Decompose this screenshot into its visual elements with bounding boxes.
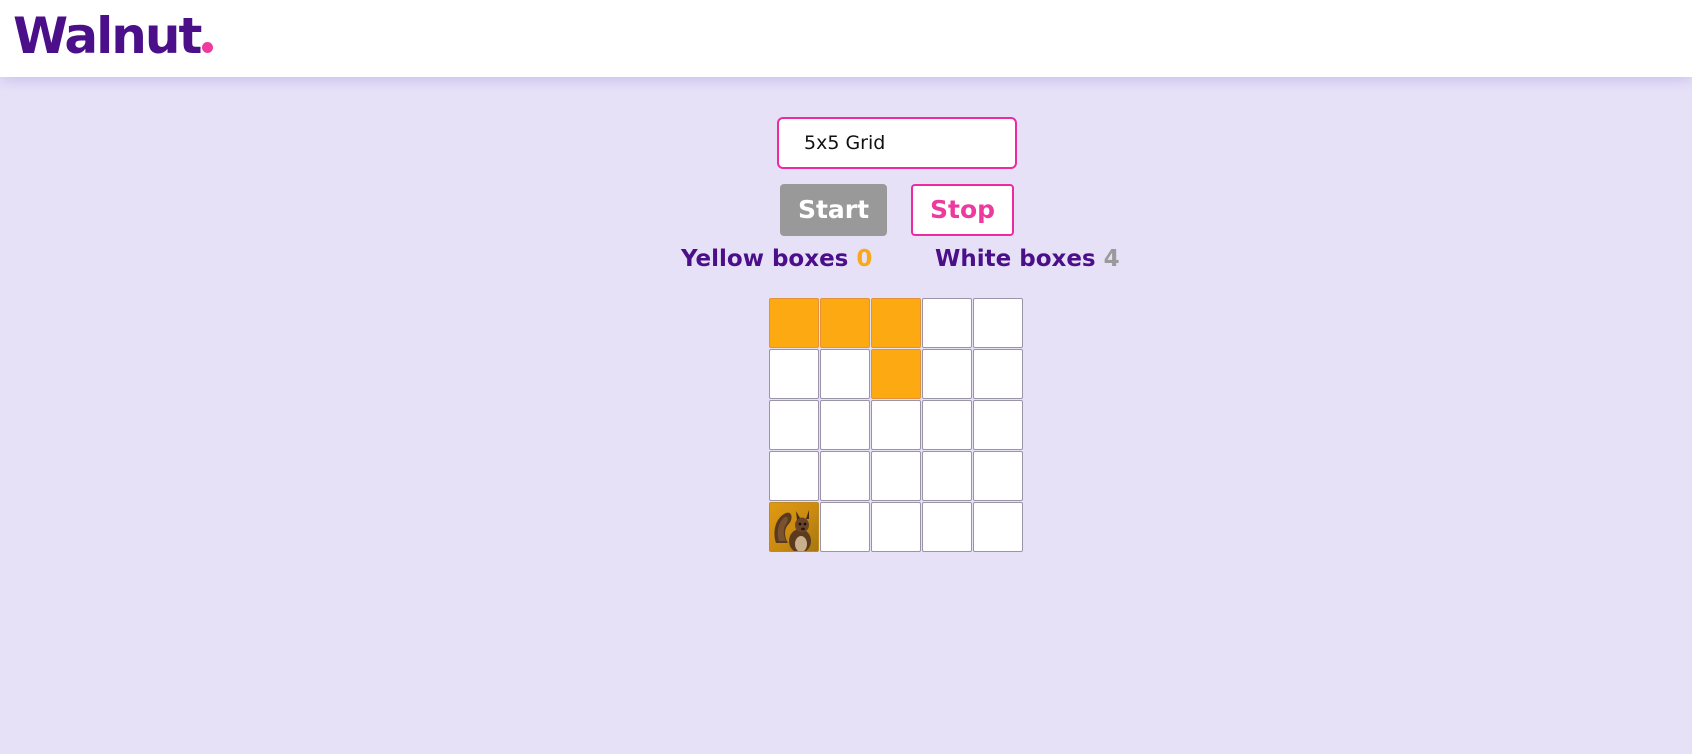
grid-cell-white[interactable] xyxy=(820,451,870,501)
grid-cell-yellow[interactable] xyxy=(871,298,921,348)
walnut-logo[interactable]: Walnut xyxy=(13,6,214,66)
grid-cell-white[interactable] xyxy=(871,400,921,450)
squirrel-icon xyxy=(774,510,811,551)
grid-cell-yellow[interactable] xyxy=(820,298,870,348)
grid-cell-white[interactable] xyxy=(922,451,972,501)
grid-cell-white[interactable] xyxy=(769,349,819,399)
grid-cell-white[interactable] xyxy=(973,502,1023,552)
grid-cell-white[interactable] xyxy=(769,451,819,501)
grid-cell-white[interactable] xyxy=(820,400,870,450)
logo-text: Walnut xyxy=(13,7,202,65)
grid-cell-white[interactable] xyxy=(871,502,921,552)
grid-cell-white[interactable] xyxy=(973,349,1023,399)
grid-cell-white[interactable] xyxy=(820,502,870,552)
white-boxes-counter: White boxes 4 xyxy=(935,244,1120,274)
grid-cell-white[interactable] xyxy=(922,400,972,450)
white-boxes-count: 4 xyxy=(1103,246,1120,272)
grid-cell-white[interactable] xyxy=(922,349,972,399)
grid-size-select[interactable] xyxy=(777,117,1017,169)
grid-cell-white[interactable] xyxy=(871,451,921,501)
grid-cell-white[interactable] xyxy=(922,502,972,552)
yellow-boxes-counter: Yellow boxes 0 xyxy=(681,244,872,274)
grid-cell-squirrel[interactable] xyxy=(769,502,819,552)
start-button[interactable]: Start xyxy=(780,184,887,236)
grid-cell-white[interactable] xyxy=(973,451,1023,501)
stop-button[interactable]: Stop xyxy=(911,184,1014,236)
main-content: Start Stop Yellow boxes 0 White boxes 4 xyxy=(0,77,1692,754)
top-header: Walnut xyxy=(0,0,1692,77)
white-boxes-label: White boxes xyxy=(935,246,1096,272)
grid-cell-yellow[interactable] xyxy=(871,349,921,399)
grid-cell-white[interactable] xyxy=(922,298,972,348)
grid-cell-yellow[interactable] xyxy=(769,298,819,348)
grid-cell-white[interactable] xyxy=(769,400,819,450)
grid-cell-white[interactable] xyxy=(973,298,1023,348)
game-grid xyxy=(769,298,1024,553)
yellow-boxes-count: 0 xyxy=(856,246,873,272)
grid-cell-white[interactable] xyxy=(973,400,1023,450)
grid-cell-white[interactable] xyxy=(820,349,870,399)
logo-dot xyxy=(202,42,214,53)
yellow-boxes-label: Yellow boxes xyxy=(681,246,849,272)
